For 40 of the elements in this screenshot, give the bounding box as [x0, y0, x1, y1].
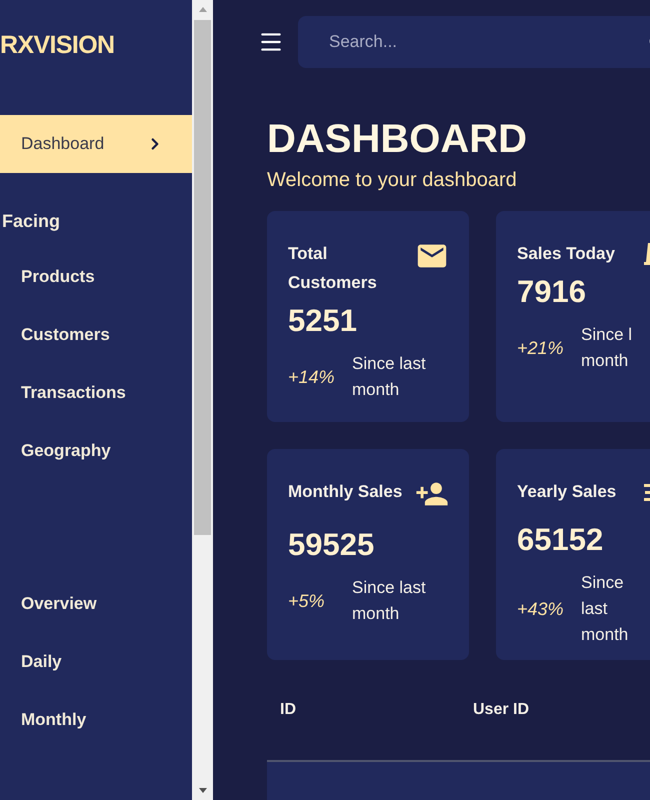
column-header[interactable]: ID	[267, 698, 473, 722]
card-title: Sales Today	[517, 243, 616, 265]
sidebar-item[interactable]: Monthly	[0, 691, 192, 749]
column-header[interactable]: User ID	[473, 698, 530, 722]
change-note: Since	[581, 572, 625, 594]
card-title: Total Customers	[288, 243, 378, 294]
change-note: last	[581, 598, 608, 620]
change-percent: +14%	[288, 366, 334, 388]
card-title: Yearly Sales	[517, 481, 618, 503]
stat-value: 65152	[517, 521, 604, 559]
change-percent: +21%	[517, 336, 563, 360]
scrollbar-thumb[interactable]	[194, 20, 211, 535]
stat-value: 7916	[517, 273, 587, 311]
search-input[interactable]: Search...	[329, 28, 648, 54]
change-note: Since last	[352, 353, 426, 375]
brand-logo: RXVISION	[0, 30, 116, 60]
sidebar-item[interactable]: Dashboard	[0, 115, 192, 173]
change-percent: +43%	[517, 598, 563, 620]
list-icon	[644, 483, 650, 503]
sidebar-item[interactable]: Products	[0, 248, 192, 306]
scrollbar[interactable]	[192, 0, 213, 800]
change-percent: +5%	[288, 590, 326, 612]
search-field[interactable]: Search...	[298, 16, 650, 68]
section-heading: Facing	[1, 210, 62, 233]
sidebar-item[interactable]: Overview	[0, 575, 192, 633]
sidebar-item[interactable]: Daily	[0, 633, 192, 691]
card-title: Monthly Sales	[288, 481, 404, 503]
change-note: Since l	[581, 324, 632, 346]
page-title: DASHBOARD	[267, 116, 528, 163]
page-subtitle: Welcome to your dashboard	[267, 168, 518, 193]
change-note: month	[352, 379, 400, 401]
change-note: month	[352, 603, 400, 625]
sidebar-item[interactable]: Customers	[0, 306, 192, 364]
stat-value: 59525	[288, 526, 376, 564]
stat-value: 5251	[288, 302, 358, 340]
change-note: month	[581, 624, 628, 646]
sidebar-item[interactable]: Geography	[0, 422, 192, 480]
change-note: month	[581, 350, 630, 372]
change-note: Since last	[352, 577, 426, 599]
sidebar-item[interactable]: Transactions	[0, 364, 192, 422]
